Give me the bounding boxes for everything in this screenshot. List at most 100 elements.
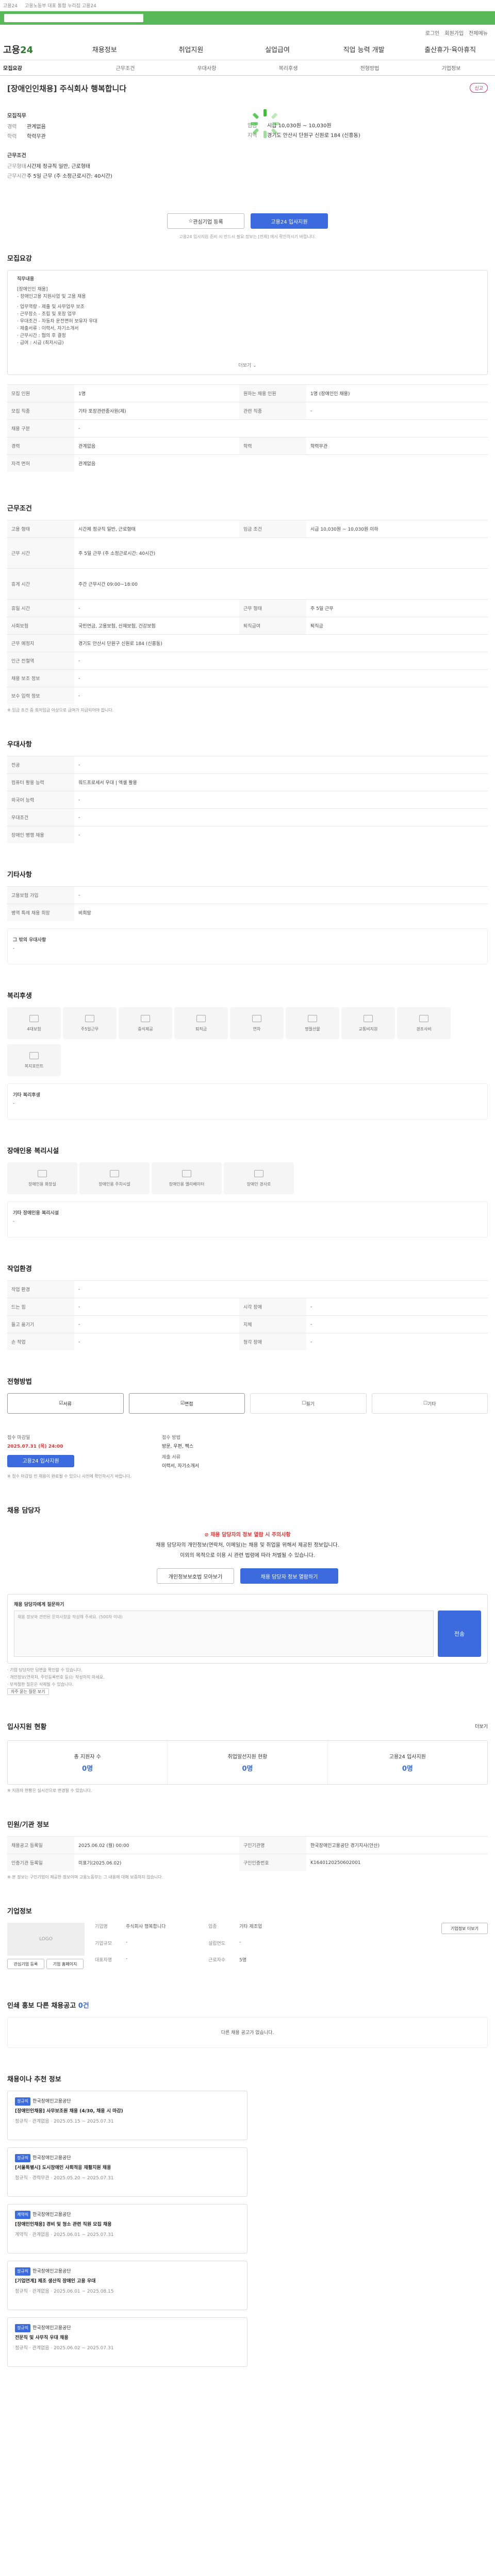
tab-conditions[interactable]: 근무조건 (85, 64, 166, 72)
selection-step: ☑ 서류 (7, 1393, 124, 1414)
welfare-item: 주5일근무 (63, 1007, 117, 1039)
apply-button-2[interactable]: 고용24 입사지원 (7, 1455, 74, 1467)
envelope-icon (419, 1014, 428, 1022)
disability-item: 장애인용 엘리베이터 (152, 1162, 222, 1194)
recommend-section-title: 채용이나 추천 정보 (7, 2076, 61, 2083)
nav-item-jobs[interactable]: 채용정보 (63, 44, 146, 54)
environment-section-title: 작업환경 (7, 1265, 32, 1273)
apply-actions: ☆ 관심기업 등록 고용24 입사지원 (7, 213, 488, 229)
nearby-empty: 다른 채용 공고가 없습니다. (7, 2017, 488, 2048)
info-section-title: 민원/기관 정보 (7, 1821, 50, 1829)
recruit-label: 모집직무 (7, 113, 26, 119)
tab-welfare[interactable]: 복리후생 (248, 64, 329, 72)
insurance-icon (29, 1014, 39, 1022)
elevator-icon (182, 1170, 191, 1177)
recommend-card[interactable]: 정규직 한국장애인고용공단 [서울특별시] 도시장애인 사회적응 재활지원 채용 … (7, 2147, 248, 2197)
selection-step: ☐ 기타 (371, 1393, 488, 1414)
recommend-card[interactable]: 정규직 한국장애인고용공단 [기업연계] 제조 생산직 장애인 고용 우대 정규직… (7, 2261, 248, 2310)
stat-referral: 취업알선지원 현황 0명 (168, 1741, 328, 1784)
selection-step: ☑ 면접 (128, 1393, 245, 1414)
recruit-table: 모집 인원 1명 원하는 채용 인원 1명 (장애인인 채용) 모집 직종 기타 포장관… (7, 384, 488, 472)
tab-recruit[interactable]: 모집요강 (3, 64, 85, 72)
company-info: LOGO 관심기업 등록 기업 홈페이지 기업명 주식회사 행복합니다 업종 기타 … (7, 1923, 488, 1969)
tab-selection[interactable]: 전형방법 (329, 64, 410, 72)
welfare-section-title: 복리후생 (7, 992, 32, 1000)
money-icon (196, 1014, 206, 1022)
disability-item: 장애인 경사로 (224, 1162, 294, 1194)
report-button[interactable]: 신고 (470, 83, 488, 93)
welfare-item: 명절선물 (286, 1007, 339, 1039)
nav-item-training[interactable]: 직업 능력 개발 (322, 44, 406, 54)
nav-item-unemployment[interactable]: 실업급여 (236, 44, 319, 54)
vacation-icon (252, 1014, 261, 1022)
bus-icon (364, 1014, 373, 1022)
calendar-icon (85, 1014, 94, 1022)
status-caption: ※ 지원자 현황은 실시간으로 변경될 수 있습니다. (7, 1788, 92, 1793)
recommend-card[interactable]: 정규직 한국장애인고용공단 [장애인인채용] 사무보조원 채용 (4/30, 채용… (7, 2091, 248, 2140)
stat-online: 고용24 입사지원 0명 (389, 1754, 426, 1773)
job-summary: 모집직무 경력 관계없음 학력 학력무관 근무조건 근무형태시간제 정규직 일반, … (7, 109, 488, 189)
question-send-button[interactable]: 전송 (438, 1611, 481, 1657)
recommend-card[interactable]: 계약직 한국장애인고용공단 [장애인인채용] 경비 및 청소 관련 직원 모집 채… (7, 2204, 248, 2253)
welfare-grid: 4대보험 주5일근무 중식제공 퇴직금 연차 명절선물 교통비지원 경조사비 복… (7, 1007, 488, 1076)
manager-warning: ⊘ 채용 담당자의 정보 열람 시 주의사항 채용 담당자의 개인정보(연락처,… (7, 1530, 488, 1561)
nav-item-employment-support[interactable]: 취업지원 (150, 44, 233, 54)
site-logo[interactable]: 고용24 (3, 43, 60, 56)
selection-section-title: 전형방법 (7, 1378, 32, 1386)
warning-title: ⊘ 채용 담당자의 정보 열람 시 주의사항 (204, 1532, 291, 1538)
company-homepage-button[interactable]: 기업 홈페이지 (46, 1959, 84, 1969)
welfare-item: 경조사비 (397, 1007, 451, 1039)
welfare-item: 교통비지원 (341, 1007, 395, 1039)
welfare-item: 4대보험 (7, 1007, 61, 1039)
interest-company-button[interactable]: ☆ 관심기업 등록 (167, 213, 244, 229)
environment-table: 작업 환경 - 드는 힘 - 시각 장애 - 들고 옮기기 - 지체 - 손 작업 - 청각 장애… (7, 1280, 488, 1350)
nav-item-maternity[interactable]: 출산휴가·육아휴직 (408, 44, 492, 54)
faq-link[interactable]: 자주 묻는 질문 보기 (7, 1688, 49, 1695)
main-nav: 고용24 채용정보 취업지원 실업급여 직업 능력 개발 출산휴가·육아휴직 (0, 39, 495, 60)
selection-step: ☐ 필기 (250, 1393, 367, 1414)
welfare-item: 중식제공 (119, 1007, 172, 1039)
login-link[interactable]: 로그인 (425, 29, 440, 37)
company-more-button[interactable]: 기업정보 더보기 (441, 1923, 488, 1934)
toilet-icon (38, 1170, 47, 1177)
nearby-section-title: 인쇄 홍보 다른 채용공고 0건 (7, 2002, 89, 2010)
conditions-table: 고용 형태 시간제 정규직 일반, 근로형태 임금 조건 시급 10,030원 ~ 1… (7, 520, 488, 704)
status-more-link[interactable]: 더보기 (475, 1723, 488, 1730)
view-manager-info-button[interactable]: 채용 담당자 정보 열람하기 (240, 1568, 338, 1584)
summary-right: 임금 시급 10,030원 ~ 10,030원 지역 경기도 안산시 단원구 신원로… (248, 123, 360, 139)
top-search-box[interactable] (4, 14, 143, 22)
job-title: [장애인인채용] 주식회사 행복합니다 (7, 84, 127, 93)
recommend-card[interactable]: 정규직 한국장애인고용공단 전문직 및 사무직 우대 채용 정규직 · 관계없음 … (7, 2317, 248, 2367)
tab-preferences[interactable]: 우대사항 (166, 64, 248, 72)
signup-link[interactable]: 회원가입 (444, 29, 464, 37)
alert-icon: ⊘ (204, 1532, 211, 1538)
preferences-section-title: 우대사항 (7, 741, 32, 749)
ramp-icon (254, 1170, 263, 1177)
welfare-item: 연차 (230, 1007, 284, 1039)
all-menu-link[interactable]: 전체메뉴 (469, 29, 488, 37)
footer-space (7, 2367, 488, 2408)
company-section-title: 기업정보 (7, 1908, 32, 1916)
utility-links: 로그인 회원가입 전체메뉴 (0, 25, 495, 39)
disability-item: 장애인용 주차시설 (79, 1162, 150, 1194)
privacy-law-button[interactable]: 개인정보보호법 모아보기 (157, 1568, 234, 1584)
welfare-other: 기타 복리후생 - (7, 1083, 488, 1120)
etc-extra: 그 밖의 우대사항 - (7, 928, 488, 964)
apply-caption: ※ 접수 마감일 전 채용이 완료될 수 있으니 사전에 확인하시기 바랍니다. (7, 1474, 131, 1479)
gift-icon (308, 1014, 317, 1022)
etc-table: 고용보험 가입 - 병역 특례 채용 희망 비희망 (7, 886, 488, 921)
company-interest-button[interactable]: 관심기업 등록 (7, 1959, 44, 1969)
conditions-caption: ※ 임금 조건 중 최저임금 이상으로 급여가 지급되어야 합니다. (7, 708, 114, 713)
condition-label: 근무조건 (7, 153, 26, 159)
tab-company[interactable]: 기업정보 (410, 64, 492, 72)
question-box: 채용 담당자에게 질문하기 채용 정보와 관련된 문의사항을 작성해 주세요. … (7, 1594, 488, 1664)
disability-grid: 장애인용 화장실 장애인용 주차시설 장애인용 엘리베이터 장애인 경사로 (7, 1162, 488, 1194)
apply-info: 접수 마감일 2025.07.31 (목) 24:00 고용24 입사지원 접수… (7, 1435, 199, 1469)
summary-left: 모집직무 경력 관계없음 학력 학력무관 근무조건 근무형태시간제 정규직 일반, … (7, 111, 248, 189)
apply-button[interactable]: 고용24 입사지원 (251, 213, 328, 229)
recruit-description: 직무내용 [장애인인 채용] - 장애인고용 지원사업 및 고용 채용 · 업무… (7, 270, 488, 375)
disability-other: 기타 장애인용 복리시설 - (7, 1201, 488, 1238)
description-more-button[interactable]: 더보기 ⌄ (17, 362, 478, 369)
question-input[interactable]: 채용 정보와 관련된 문의사항을 작성해 주세요. (500자 이내) (14, 1611, 434, 1657)
welfare-item: 퇴직금 (174, 1007, 228, 1039)
